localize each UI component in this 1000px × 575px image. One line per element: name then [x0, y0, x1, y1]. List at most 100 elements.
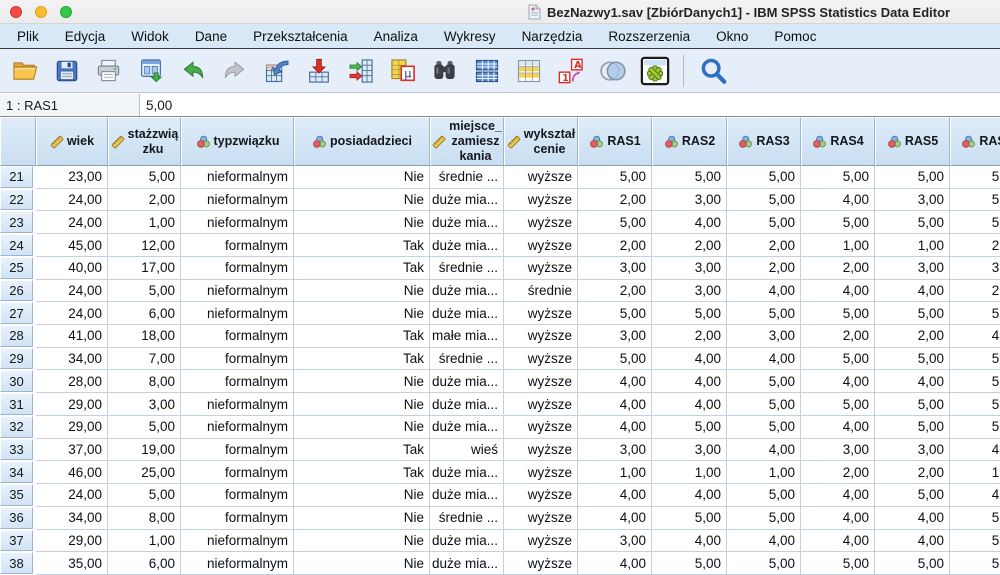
column-header-posiadadzieci[interactable]: posiadadzieci [294, 117, 430, 166]
data-cell[interactable]: formalnym [181, 439, 294, 462]
data-cell[interactable]: 4,00 [652, 370, 727, 393]
data-cell[interactable]: 12,00 [108, 234, 181, 257]
data-cell[interactable]: 5,00 [950, 552, 1000, 575]
data-cell[interactable]: 1,00 [108, 530, 181, 553]
data-cell[interactable]: 3,00 [950, 257, 1000, 280]
data-cell[interactable]: 24,00 [36, 211, 108, 234]
data-cell[interactable]: 4,00 [875, 370, 950, 393]
data-cell[interactable]: 24,00 [36, 302, 108, 325]
data-cell[interactable]: 5,00 [652, 507, 727, 530]
data-cell[interactable]: małe mia... [430, 325, 504, 348]
column-header-ras1[interactable]: RAS1 [578, 117, 652, 166]
data-cell[interactable]: 5,00 [727, 302, 801, 325]
data-cell[interactable]: 5,00 [108, 280, 181, 303]
data-cell[interactable]: wyższe [504, 484, 578, 507]
data-cell[interactable]: 4,00 [801, 370, 875, 393]
find-button[interactable] [428, 53, 461, 89]
data-cell[interactable]: 4,00 [875, 507, 950, 530]
data-cell[interactable]: 5,00 [727, 393, 801, 416]
data-cell[interactable]: duże mia... [430, 302, 504, 325]
data-cell[interactable]: 5,00 [108, 166, 181, 189]
data-cell[interactable]: nieformalnym [181, 552, 294, 575]
data-cell[interactable]: duże mia... [430, 530, 504, 553]
data-cell[interactable]: 2,00 [652, 325, 727, 348]
data-cell[interactable]: wyższe [504, 439, 578, 462]
column-header-ras6[interactable]: RAS6 [950, 117, 1000, 166]
data-cell[interactable]: 4,00 [578, 416, 652, 439]
data-cell[interactable]: średnie ... [430, 507, 504, 530]
data-cell[interactable]: 7,00 [108, 348, 181, 371]
data-cell[interactable]: wyższe [504, 325, 578, 348]
data-cell[interactable]: 5,00 [875, 552, 950, 575]
menu-item-narzędzia[interactable]: Narzędzia [509, 29, 596, 44]
data-cell[interactable]: 5,00 [950, 348, 1000, 371]
data-cell[interactable]: 6,00 [108, 552, 181, 575]
data-cell[interactable]: Nie [294, 530, 430, 553]
data-cell[interactable]: średnie ... [430, 348, 504, 371]
row-header-32[interactable]: 32 [0, 416, 36, 439]
data-cell[interactable]: średnie ... [430, 166, 504, 189]
data-cell[interactable]: 29,00 [36, 416, 108, 439]
row-header-25[interactable]: 25 [0, 257, 36, 280]
data-cell[interactable]: duże mia... [430, 416, 504, 439]
data-cell[interactable]: 2,00 [578, 234, 652, 257]
data-cell[interactable]: wyższe [504, 507, 578, 530]
data-cell[interactable]: nieformalnym [181, 530, 294, 553]
row-header-31[interactable]: 31 [0, 393, 36, 416]
data-cell[interactable]: 5,00 [727, 211, 801, 234]
data-cell[interactable]: Nie [294, 302, 430, 325]
data-cell[interactable]: 5,00 [801, 302, 875, 325]
data-cell[interactable]: wyższe [504, 348, 578, 371]
data-cell[interactable]: 35,00 [36, 552, 108, 575]
save-file-button[interactable] [50, 53, 83, 89]
data-cell[interactable]: 5,00 [727, 552, 801, 575]
data-cell[interactable]: Tak [294, 461, 430, 484]
data-cell[interactable]: 3,00 [652, 439, 727, 462]
data-cell[interactable]: Nie [294, 507, 430, 530]
row-header-28[interactable]: 28 [0, 325, 36, 348]
select-cases-button[interactable] [512, 53, 545, 89]
data-cell[interactable]: formalnym [181, 507, 294, 530]
data-cell[interactable]: 5,00 [950, 166, 1000, 189]
data-cell[interactable]: 4,00 [578, 370, 652, 393]
data-cell[interactable]: 3,00 [875, 189, 950, 212]
data-cell[interactable]: 4,00 [727, 439, 801, 462]
data-cell[interactable]: 5,00 [950, 189, 1000, 212]
search-button[interactable] [696, 53, 729, 89]
data-cell[interactable]: 2,00 [578, 280, 652, 303]
data-cell[interactable]: 5,00 [727, 416, 801, 439]
open-file-button[interactable] [8, 53, 41, 89]
data-cell[interactable]: duże mia... [430, 393, 504, 416]
print-button[interactable] [92, 53, 125, 89]
data-cell[interactable]: 4,00 [727, 348, 801, 371]
data-cell[interactable]: 2,00 [578, 189, 652, 212]
data-cell[interactable]: nieformalnym [181, 280, 294, 303]
data-cell[interactable]: wyższe [504, 234, 578, 257]
data-cell[interactable]: 5,00 [652, 166, 727, 189]
data-cell[interactable]: 4,00 [652, 484, 727, 507]
data-cell[interactable]: Nie [294, 280, 430, 303]
data-cell[interactable]: 2,00 [801, 257, 875, 280]
data-cell[interactable]: 4,00 [652, 530, 727, 553]
data-cell[interactable]: 40,00 [36, 257, 108, 280]
data-cell[interactable]: 46,00 [36, 461, 108, 484]
data-cell[interactable]: duże mia... [430, 211, 504, 234]
menu-item-analiza[interactable]: Analiza [361, 29, 431, 44]
data-cell[interactable]: 4,00 [801, 189, 875, 212]
menu-item-widok[interactable]: Widok [118, 29, 182, 44]
data-cell[interactable]: nieformalnym [181, 393, 294, 416]
value-labels-button[interactable]: A1 [554, 53, 587, 89]
data-cell[interactable]: 5,00 [875, 393, 950, 416]
menu-item-dane[interactable]: Dane [182, 29, 240, 44]
data-cell[interactable]: 29,00 [36, 530, 108, 553]
data-cell[interactable]: 4,00 [652, 393, 727, 416]
data-cell[interactable]: Nie [294, 552, 430, 575]
data-cell[interactable]: 5,00 [801, 211, 875, 234]
data-cell[interactable]: 18,00 [108, 325, 181, 348]
data-cell[interactable]: 5,00 [578, 211, 652, 234]
menu-item-okno[interactable]: Okno [703, 29, 761, 44]
data-cell[interactable]: 24,00 [36, 280, 108, 303]
data-cell[interactable]: 4,00 [578, 484, 652, 507]
data-cell[interactable]: 5,00 [108, 416, 181, 439]
goto-case-button[interactable] [260, 53, 293, 89]
